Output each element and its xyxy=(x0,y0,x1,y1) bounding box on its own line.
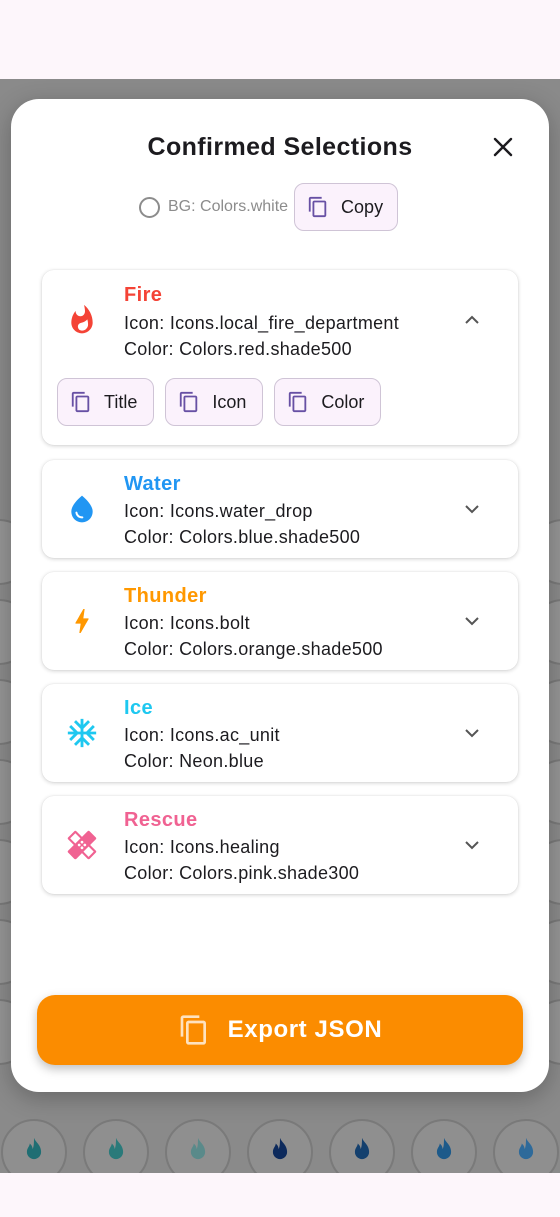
card-icon-line: Icon: Icons.healing xyxy=(124,837,280,857)
fire-icon xyxy=(411,1119,477,1173)
copy-icon xyxy=(180,1015,206,1045)
confirmed-selections-dialog: Confirmed Selections BG: Colors.white Co… xyxy=(11,99,549,1092)
fire-icon xyxy=(247,1119,313,1173)
chevron-up-icon[interactable] xyxy=(460,308,484,332)
status-bar-area xyxy=(0,0,560,79)
chevron-down-icon[interactable] xyxy=(460,833,484,857)
fire-copy-actions: Title Icon Color xyxy=(57,378,382,426)
close-button[interactable] xyxy=(483,127,523,167)
copy-background-label: Copy xyxy=(341,196,384,217)
selection-card-water[interactable]: Water Icon: Icons.water_drop Color: Colo… xyxy=(42,460,518,558)
chevron-down-icon[interactable] xyxy=(460,609,484,633)
copy-icon-button[interactable]: Icon xyxy=(165,378,264,426)
close-icon xyxy=(493,137,513,157)
fire-icon xyxy=(493,1119,559,1173)
background-icon-row xyxy=(0,1119,560,1173)
card-icon-line: Icon: Icons.bolt xyxy=(124,613,250,633)
fire-icon xyxy=(1,1119,67,1173)
card-color-line: Color: Colors.blue.shade500 xyxy=(124,527,361,547)
fire-icon xyxy=(329,1119,395,1173)
selection-card-rescue[interactable]: Rescue Icon: Icons.healing Color: Colors… xyxy=(42,796,518,894)
selection-card-ice[interactable]: Ice Icon: Icons.ac_unit Color: Neon.blue xyxy=(42,684,518,782)
card-title: Ice xyxy=(124,697,154,719)
card-color-line: Color: Neon.blue xyxy=(124,751,264,771)
copy-color-label: Color xyxy=(321,391,365,412)
copy-title-label: Title xyxy=(104,391,138,412)
fire-icon xyxy=(83,1119,149,1173)
card-icon-line: Icon: Icons.ac_unit xyxy=(124,725,280,745)
card-color-line: Color: Colors.pink.shade300 xyxy=(124,863,360,883)
chevron-down-icon[interactable] xyxy=(460,497,484,521)
card-color-line: Color: Colors.red.shade500 xyxy=(124,339,352,359)
copy-icon xyxy=(71,391,90,413)
bolt-icon xyxy=(64,603,100,639)
background-label: BG: Colors.white xyxy=(168,198,289,215)
card-title: Water xyxy=(124,473,181,495)
copy-icon xyxy=(289,391,307,413)
snowflake-icon xyxy=(64,715,100,751)
card-color-line: Color: Colors.orange.shade500 xyxy=(124,639,383,659)
selection-card-thunder[interactable]: Thunder Icon: Icons.bolt Color: Colors.o… xyxy=(42,572,518,670)
copy-background-button[interactable]: Copy xyxy=(294,183,399,231)
export-json-label: Export JSON xyxy=(227,1016,383,1043)
background-color-row: BG: Colors.white Copy xyxy=(139,183,399,231)
dialog-title: Confirmed Selections xyxy=(147,133,413,161)
fire-icon xyxy=(165,1119,231,1173)
copy-icon xyxy=(308,196,327,218)
bandage-icon xyxy=(64,827,100,863)
card-icon-line: Icon: Icons.water_drop xyxy=(124,501,313,521)
card-title: Rescue xyxy=(124,809,198,831)
card-icon-line: Icon: Icons.local_fire_department xyxy=(124,313,400,333)
background-radio[interactable] xyxy=(139,196,160,218)
selection-card-fire[interactable]: Fire Icon: Icons.local_fire_department C… xyxy=(42,270,518,445)
export-json-button[interactable]: Export JSON xyxy=(37,995,523,1065)
copy-title-button[interactable]: Title xyxy=(57,378,155,426)
card-title: Fire xyxy=(124,284,163,306)
card-title: Thunder xyxy=(124,585,207,607)
chevron-down-icon[interactable] xyxy=(460,721,484,745)
copy-icon xyxy=(180,391,198,413)
copy-icon-label: Icon xyxy=(212,391,247,412)
fire-icon xyxy=(64,302,100,338)
copy-color-button[interactable]: Color xyxy=(274,378,382,426)
water-drop-icon xyxy=(64,491,100,527)
navigation-bar-area xyxy=(0,1173,560,1217)
